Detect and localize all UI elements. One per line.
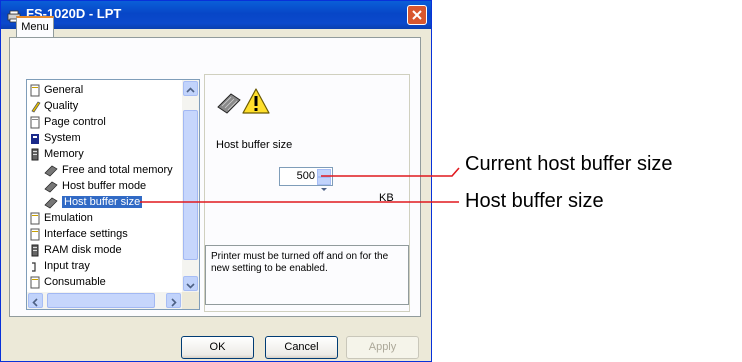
callout-line-current [321,167,460,177]
callout-lines [140,167,460,203]
callout-host-buffer-size: Host buffer size [465,190,604,212]
callout-current-host-buffer-size: Current host buffer size [465,153,673,175]
